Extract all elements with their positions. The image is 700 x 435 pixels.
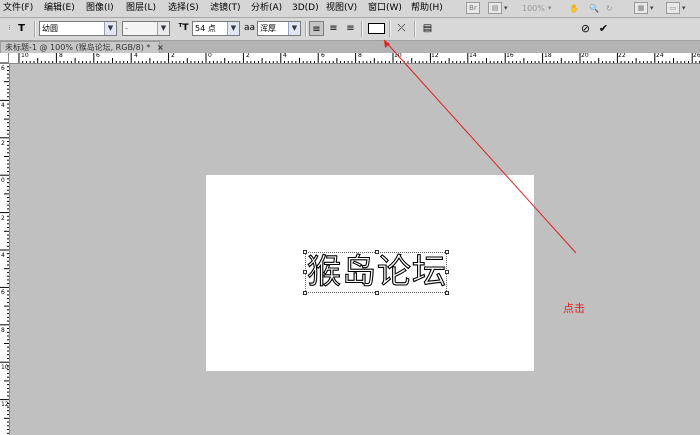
font-size-icon: ᵀT [178,23,189,33]
ruler-label: 8 [1,327,5,334]
options-bar: ⁝ T 幼圆 ▼ - ▼ ᵀT 54 点 ▼ aa 浑厚 ▼ ≡ ≡ ≡ ⤫ ▤ ⊘ ✔ [0,18,700,41]
antialias-icon: aa [244,23,256,33]
font-family-select[interactable]: 幼圆 ▼ [39,21,117,36]
zoom-icon[interactable]: 🔍 [589,1,599,15]
ruler-label: 4 [134,53,138,59]
align-right-icon[interactable]: ≡ [343,21,358,36]
close-tab-icon[interactable]: × [157,43,164,52]
transform-handle[interactable] [375,291,379,295]
align-left-icon[interactable]: ≡ [309,21,324,36]
menu-analysis[interactable]: 分析(A) [251,2,282,14]
vertical-ruler[interactable]: 6 4 2 0 2 4 6 8 10 12 [0,63,10,435]
bridge-button[interactable]: Br [466,1,480,15]
horizontal-ruler-ticks [18,53,700,63]
ruler-label: 14 [469,53,477,59]
antialias-select[interactable]: 浑厚 ▼ [257,21,301,36]
ruler-label: 10 [1,364,9,371]
transform-handle[interactable] [303,270,307,274]
text-color-swatch[interactable] [368,23,385,34]
ruler-label: 0 [1,177,5,184]
ruler-label: 6 [1,289,5,296]
menu-3d[interactable]: 3D(D) [292,2,319,14]
ruler-label: 10 [394,53,402,59]
text-bounding-box[interactable] [303,250,449,295]
ruler-label: 6 [96,53,100,59]
transform-handle[interactable] [445,291,449,295]
transform-handle[interactable] [445,250,449,254]
menu-select[interactable]: 选择(S) [168,2,199,14]
ruler-label: 20 [581,53,589,59]
text-tool-icon[interactable]: T [14,21,29,36]
arrange-documents-button[interactable]: ▦ ▾ [634,1,654,15]
ruler-label: 6 [321,53,325,59]
ruler-label: 8 [59,53,63,59]
transform-handle[interactable] [303,250,307,254]
menu-file[interactable]: 文件(F) [3,2,33,14]
horizontal-ruler[interactable]: 10 8 6 4 2 0 2 4 6 8 10 12 14 16 18 20 2… [9,53,700,64]
ruler-label: 6 [1,65,5,72]
zoom-level[interactable]: 100% ▾ [522,1,551,15]
ruler-label: 8 [358,53,362,59]
ruler-label: 22 [618,53,626,59]
ruler-label: 4 [1,102,5,109]
screen-mode-button[interactable]: ▤ ▾ [488,1,508,15]
warp-text-icon[interactable]: ⤫ [394,21,409,36]
character-panel-icon[interactable]: ▤ [420,21,435,36]
annotation-label: 点击 [563,302,585,315]
menu-image[interactable]: 图像(I) [86,2,114,14]
ruler-label: 2 [1,140,5,147]
ruler-label: 0 [208,53,212,59]
ruler-label: 16 [506,53,514,59]
font-size-select[interactable]: 54 点 ▼ [192,21,240,36]
menu-view[interactable]: 视图(V) [326,2,357,14]
ruler-label: 26 [693,53,700,59]
menu-bar: 文件(F) 编辑(E) 图像(I) 图层(L) 选择(S) 滤镜(T) 分析(A… [0,0,700,18]
ruler-label: 2 [246,53,250,59]
align-center-icon[interactable]: ≡ [326,21,341,36]
commit-edit-icon[interactable]: ✔ [596,21,611,36]
cancel-edit-icon[interactable]: ⊘ [578,21,593,36]
screen-mode-icon[interactable]: ▭ ▾ [666,1,686,15]
hand-icon[interactable]: ✋ [569,1,579,15]
transform-handle[interactable] [445,270,449,274]
document-canvas[interactable]: 猴岛论坛 [206,175,534,371]
document-tab-title: 未标题-1 @ 100% (猴岛论坛, RGB/8) * [5,43,151,52]
ruler-label: 18 [544,53,552,59]
rotate-view-icon[interactable]: ↻ [606,1,613,15]
menu-window[interactable]: 窗口(W) [368,2,402,14]
menu-edit[interactable]: 编辑(E) [44,2,75,14]
vertical-ruler-ticks [0,63,9,434]
ruler-label: 4 [1,252,5,259]
ruler-corner[interactable] [0,53,9,63]
transform-handle[interactable] [303,291,307,295]
font-style-select[interactable]: - ▼ [122,21,170,36]
ruler-label: 12 [1,401,9,408]
ruler-label: 4 [283,53,287,59]
ruler-label: 24 [656,53,664,59]
ruler-label: 12 [431,53,439,59]
ruler-label: 2 [171,53,175,59]
ruler-label: 10 [21,53,29,59]
document-tab[interactable]: 未标题-1 @ 100% (猴岛论坛, RGB/8) * × [0,41,164,53]
transform-handle[interactable] [375,250,379,254]
ruler-label: 2 [1,215,5,222]
menu-filter[interactable]: 滤镜(T) [210,2,241,14]
menu-layer[interactable]: 图层(L) [126,2,156,14]
menu-help[interactable]: 帮助(H) [411,2,443,14]
